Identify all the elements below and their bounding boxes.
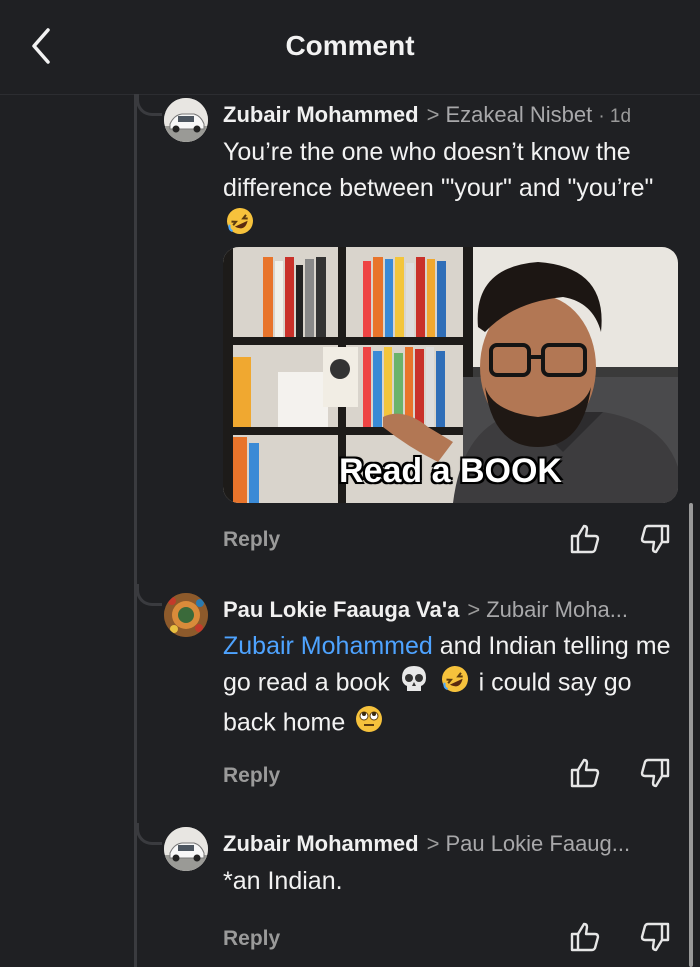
thumbs-up-icon[interactable] — [568, 522, 602, 556]
reply-to-name[interactable]: Pau Lokie Faaug... — [445, 831, 630, 856]
comment-text: Zubair Mohammed and Indian telling me go… — [223, 628, 676, 744]
comment-3: Zubair Mohammed > Pau Lokie Faaug... *an I… — [136, 823, 700, 967]
comment-header: Zubair Mohammed > Ezakeal Nisbet · 1d — [223, 102, 680, 128]
thumbs-down-icon[interactable] — [638, 920, 672, 954]
thread-connector — [136, 94, 162, 116]
face-with-rolling-eyes-emoji — [354, 704, 384, 744]
author-name[interactable]: Zubair Mohammed — [223, 102, 419, 127]
comment-text: You’re the one who doesn’t know the diff… — [223, 134, 676, 246]
rolling-on-floor-laughing-emoji — [225, 206, 255, 246]
comment-1: Zubair Mohammed > Ezakeal Nisbet · 1d You’… — [136, 94, 700, 564]
gif-image[interactable]: Read a BOOK — [223, 247, 678, 503]
comment-text: *an Indian. — [223, 867, 343, 895]
thumbs-up-icon[interactable] — [568, 920, 602, 954]
author-name[interactable]: Zubair Mohammed — [223, 831, 419, 856]
avatar[interactable] — [164, 98, 208, 142]
skull-emoji — [399, 664, 429, 704]
avatar[interactable] — [164, 593, 208, 637]
reply-to-name[interactable]: Ezakeal Nisbet — [445, 102, 592, 127]
top-bar: Comment — [0, 0, 700, 95]
scrollbar[interactable] — [689, 503, 693, 967]
thread-connector — [136, 584, 162, 606]
thread-connector — [136, 823, 162, 845]
comment-body: You’re the one who doesn’t know the diff… — [223, 138, 654, 202]
reply-arrow-icon: > — [426, 831, 440, 856]
reply-button[interactable]: Reply — [223, 528, 280, 552]
timestamp: · 1d — [598, 106, 632, 127]
comment-header: Zubair Mohammed > Pau Lokie Faaug... — [223, 831, 680, 857]
reply-to-name[interactable]: Zubair Moha... — [486, 597, 628, 622]
comment-2: Pau Lokie Faauga Va'a > Zubair Moha... Zub… — [136, 584, 700, 804]
reply-arrow-icon: > — [426, 102, 440, 127]
reply-button[interactable]: Reply — [223, 927, 280, 951]
thumbs-down-icon[interactable] — [638, 522, 672, 556]
author-name[interactable]: Pau Lokie Faauga Va'a — [223, 597, 459, 622]
gif-caption: Read a BOOK — [339, 452, 562, 490]
comment-header: Pau Lokie Faauga Va'a > Zubair Moha... — [223, 597, 680, 623]
reply-arrow-icon: > — [467, 597, 481, 622]
rolling-on-floor-laughing-emoji — [440, 664, 470, 704]
thumbs-up-icon[interactable] — [568, 756, 602, 790]
thumbs-down-icon[interactable] — [638, 756, 672, 790]
avatar[interactable] — [164, 827, 208, 871]
reply-button[interactable]: Reply — [223, 764, 280, 788]
mention-link[interactable]: Zubair Mohammed — [223, 632, 433, 660]
page-title: Comment — [285, 30, 415, 61]
